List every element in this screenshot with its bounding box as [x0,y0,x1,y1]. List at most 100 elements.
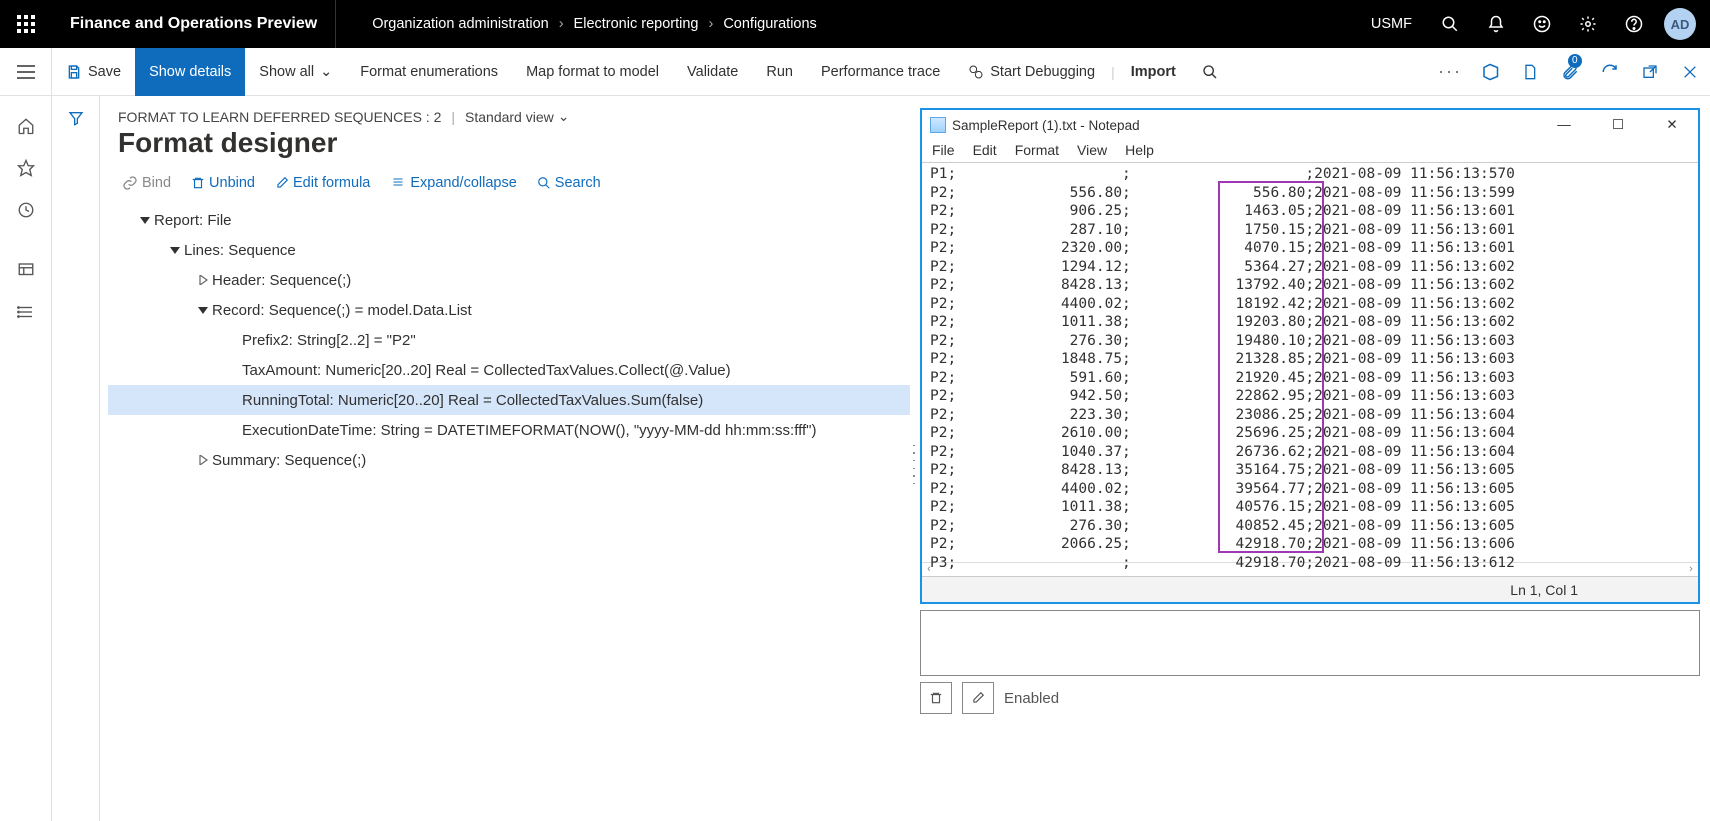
edit-formula-action[interactable]: Edit formula [275,175,370,191]
gear-icon[interactable] [1566,0,1610,48]
collapse-icon[interactable] [166,245,184,255]
app-title: Finance and Operations Preview [52,0,336,48]
workspace-icon[interactable] [0,250,52,290]
collapse-icon[interactable] [194,305,212,315]
notepad-preview: SampleReport (1).txt - Notepad — ☐ ✕ Fil… [920,108,1700,604]
splitter[interactable] [910,108,920,821]
show-all-button[interactable]: Show all⌄ [245,48,346,96]
tree-node-label: Record: Sequence(;) = model.Data.List [212,302,484,319]
tree-node-label: Prefix2: String[2..2] = "P2" [242,332,428,349]
expand-collapse-action[interactable]: Expand/collapse [390,175,516,191]
performance-trace-button[interactable]: Performance trace [807,48,954,96]
chevron-right-icon: › [559,16,564,32]
search-icon[interactable] [1428,0,1472,48]
tree-node[interactable]: Record: Sequence(;) = model.Data.List [108,295,910,325]
tree-node-label: Lines: Sequence [184,242,308,259]
breadcrumb-item[interactable]: Organization administration [372,16,549,32]
page-title: Format designer [108,125,910,171]
expand-icon[interactable] [194,275,212,285]
notepad-line: P3; ; 42918.70;2021-08-09 11:56:13:612 [930,554,1690,573]
format-tree: Report: File Lines: Sequence Header: Seque… [108,199,910,475]
tree-node[interactable]: ExecutionDateTime: String = DATETIMEFORM… [108,415,910,445]
search-commands-icon[interactable] [1190,48,1230,96]
recent-icon[interactable] [0,190,52,230]
breadcrumb-item[interactable]: Electronic reporting [574,16,699,32]
chevron-down-icon: ⌄ [558,108,570,125]
home-icon[interactable] [0,106,52,146]
run-button[interactable]: Run [752,48,807,96]
filter-icon[interactable] [68,110,84,821]
map-format-button[interactable]: Map format to model [512,48,673,96]
menu-toggle-icon[interactable] [0,48,52,96]
notepad-menu-item[interactable]: View [1077,142,1107,158]
minimize-icon[interactable]: — [1546,117,1582,133]
details-textarea[interactable] [920,610,1700,676]
tree-node-label: Summary: Sequence(;) [212,452,378,469]
notepad-titlebar: SampleReport (1).txt - Notepad — ☐ ✕ [922,110,1698,140]
smiley-icon[interactable] [1520,0,1564,48]
bind-action[interactable]: Bind [122,175,171,191]
maximize-icon[interactable]: ☐ [1600,117,1636,133]
start-debugging-button[interactable]: Start Debugging [954,48,1109,96]
close-icon[interactable]: ✕ [1654,117,1690,133]
right-pane: SampleReport (1).txt - Notepad — ☐ ✕ Fil… [920,108,1710,821]
filter-column [52,96,100,821]
tree-node-label: Report: File [154,212,244,229]
help-icon[interactable] [1612,0,1656,48]
unbind-action[interactable]: Unbind [191,175,255,191]
bell-icon[interactable] [1474,0,1518,48]
highlight-box [1218,181,1324,553]
close-icon[interactable] [1670,48,1710,96]
notepad-app-icon [930,117,946,133]
notepad-menu-item[interactable]: Edit [973,142,997,158]
delete-button[interactable] [920,682,952,714]
attachment-count-badge: 0 [1568,54,1582,68]
left-pane: FORMAT TO LEARN DEFERRED SEQUENCES : 2 |… [100,108,910,821]
modules-icon[interactable] [0,292,52,332]
expand-icon[interactable] [194,455,212,465]
notepad-title: SampleReport (1).txt - Notepad [952,118,1140,133]
tree-node-label: ExecutionDateTime: String = DATETIMEFORM… [242,422,828,439]
attachments-icon[interactable]: 0 [1550,48,1590,96]
tree-node-label: TaxAmount: Numeric[20..20] Real = Collec… [242,362,743,379]
tree-node-label: Header: Sequence(;) [212,272,363,289]
view-selector[interactable]: Standard view⌄ [465,108,569,125]
format-enumerations-button[interactable]: Format enumerations [346,48,512,96]
enabled-label: Enabled [1004,690,1059,707]
import-button[interactable]: Import [1117,48,1190,96]
tree-node[interactable]: RunningTotal: Numeric[20..20] Real = Col… [108,385,910,415]
search-action[interactable]: Search [537,175,601,191]
validate-button[interactable]: Validate [673,48,752,96]
page-caption: FORMAT TO LEARN DEFERRED SEQUENCES : 2 [118,109,441,125]
breadcrumb-item[interactable]: Configurations [723,16,817,32]
notepad-menu-item[interactable]: Help [1125,142,1154,158]
tree-node[interactable]: Report: File [108,205,910,235]
office-icon[interactable] [1470,48,1510,96]
collapse-icon[interactable] [136,215,154,225]
favorite-icon[interactable] [0,148,52,188]
tree-node-label: RunningTotal: Numeric[20..20] Real = Col… [242,392,715,409]
tree-node[interactable]: TaxAmount: Numeric[20..20] Real = Collec… [108,355,910,385]
app-launcher-icon[interactable] [0,0,52,48]
action-bar: Bind Unbind Edit formula Expand/collapse… [108,171,910,199]
left-rail [0,96,52,821]
show-details-button[interactable]: Show details [135,48,245,96]
notepad-menu-item[interactable]: File [932,142,955,158]
tree-node[interactable]: Header: Sequence(;) [108,265,910,295]
document-icon[interactable] [1510,48,1550,96]
refresh-icon[interactable] [1590,48,1630,96]
popout-icon[interactable] [1630,48,1670,96]
edit-button[interactable] [962,682,994,714]
chevron-down-icon: ⌄ [320,64,332,80]
tree-node[interactable]: Summary: Sequence(;) [108,445,910,475]
save-button[interactable]: Save [52,48,135,96]
notepad-menu-item[interactable]: Format [1015,142,1059,158]
more-icon[interactable]: ··· [1430,48,1470,96]
avatar[interactable]: AD [1664,8,1696,40]
tree-node[interactable]: Prefix2: String[2..2] = "P2" [108,325,910,355]
notepad-content[interactable]: P1; ; ;2021-08-09 11:56:13:570P2; 556.80… [922,162,1698,562]
notepad-menu: File Edit Format View Help [922,140,1698,162]
tree-node[interactable]: Lines: Sequence [108,235,910,265]
chevron-right-icon: › [708,16,713,32]
company-code[interactable]: USMF [1357,16,1426,32]
